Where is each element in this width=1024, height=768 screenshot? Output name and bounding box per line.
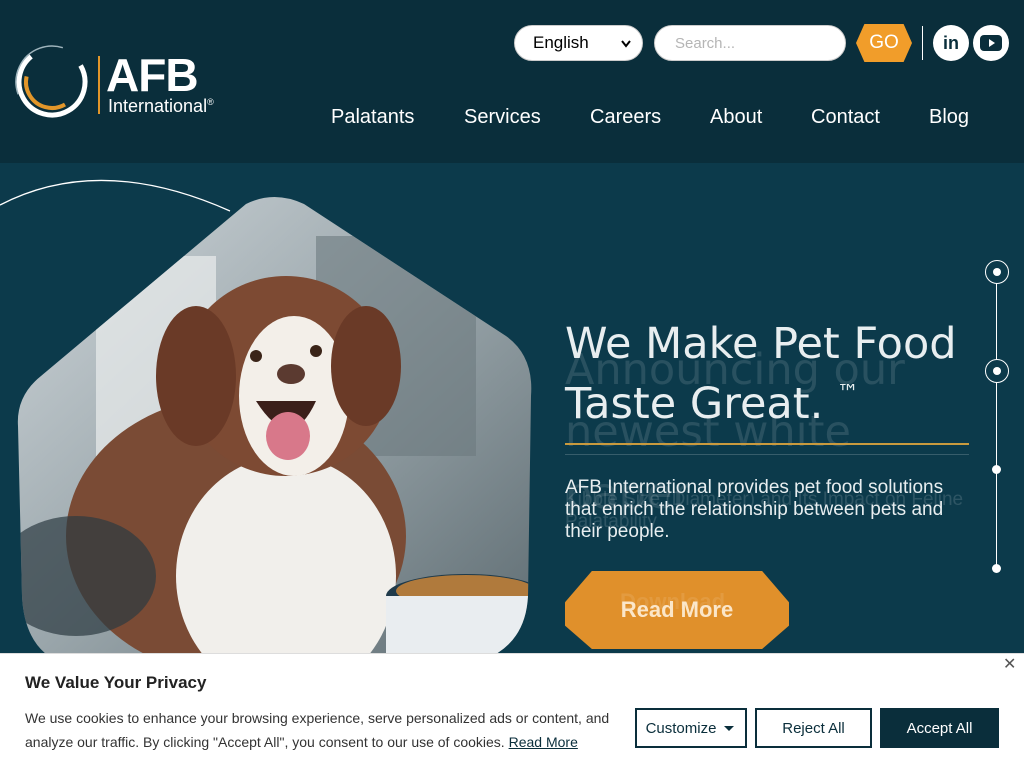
cookie-read-more-link[interactable]: Read More <box>509 734 578 750</box>
nav-careers[interactable]: Careers <box>590 106 661 129</box>
ghost-download-button: Download <box>620 589 726 614</box>
logo-ring-icon <box>15 45 89 119</box>
slider-track <box>996 273 997 571</box>
cookie-text: We use cookies to enhance your browsing … <box>25 706 625 754</box>
afb-logo[interactable]: AFB International® <box>14 44 234 124</box>
hero-divider-gold <box>565 443 969 445</box>
cookie-title: We Value Your Privacy <box>25 673 207 692</box>
logo-divider <box>98 56 100 114</box>
reject-all-button[interactable]: Reject All <box>755 708 872 748</box>
hero-title-line2-text: Taste Great. <box>565 379 824 429</box>
site-header: AFB International® English GO in Palatan… <box>0 0 1024 163</box>
linkedin-button[interactable]: in <box>933 25 969 61</box>
hero-description: AFB International provides pet food solu… <box>565 477 944 542</box>
youtube-icon <box>980 35 1002 51</box>
close-icon[interactable]: ✕ <box>1003 654 1016 674</box>
customize-label: Customize <box>645 719 717 737</box>
nav-blog[interactable]: Blog <box>929 106 969 129</box>
hero-title-line1: We Make Pet Food <box>565 319 957 369</box>
language-select[interactable]: English <box>514 25 643 61</box>
caret-down-icon <box>724 726 735 731</box>
accept-all-button[interactable]: Accept All <box>880 708 999 748</box>
logo-name: AFB <box>106 49 199 101</box>
cookie-banner: ✕ We Value Your Privacy We use cookies t… <box>0 653 1024 768</box>
go-button[interactable]: GO <box>856 24 912 62</box>
hero-title: We Make Pet Food Taste Great. ™ <box>565 319 985 429</box>
slide-dot-2-center <box>993 367 1001 375</box>
nav-palatants[interactable]: Palatants <box>331 106 414 129</box>
hero-section: Announcing our newest white paper We Mak… <box>0 163 1024 653</box>
logo-subtitle: International® <box>108 96 214 116</box>
hero-dog-image <box>17 197 532 653</box>
nav-about[interactable]: About <box>710 106 762 129</box>
customize-button[interactable]: Customize <box>635 708 747 748</box>
header-divider <box>922 26 923 60</box>
nav-contact[interactable]: Contact <box>811 106 880 129</box>
chevron-down-icon <box>621 40 631 48</box>
nav-services[interactable]: Services <box>464 106 541 129</box>
language-value: English <box>533 33 589 52</box>
slide-dot-4[interactable] <box>992 564 1001 573</box>
slide-dot-1-center <box>993 268 1001 276</box>
youtube-button[interactable] <box>973 25 1009 61</box>
hero-title-line2: Taste Great. ™ <box>565 369 985 429</box>
search-input[interactable] <box>654 25 846 61</box>
hero-divider-thin <box>565 454 969 455</box>
linkedin-icon: in <box>943 32 959 53</box>
trademark-mark: ™ <box>836 381 859 406</box>
slide-dot-3[interactable] <box>992 465 1001 474</box>
